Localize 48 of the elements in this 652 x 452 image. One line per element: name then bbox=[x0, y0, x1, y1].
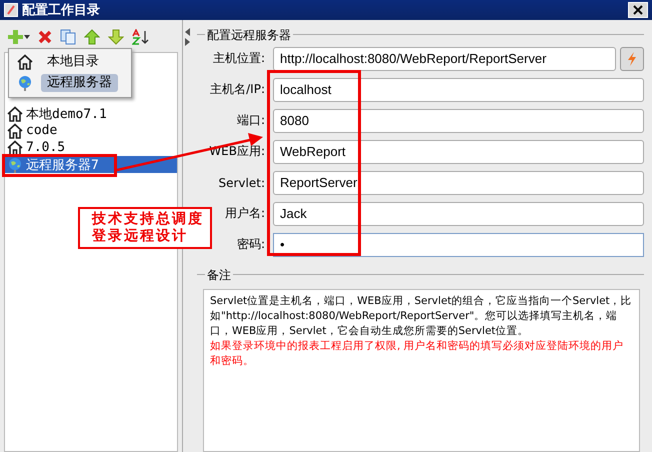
globe-icon bbox=[17, 75, 33, 91]
lightning-icon bbox=[626, 52, 638, 66]
callout-text: 登录远程设计 bbox=[92, 228, 189, 245]
arrow-down-icon bbox=[108, 29, 124, 45]
plus-icon bbox=[8, 29, 30, 45]
sort-icon bbox=[132, 29, 150, 45]
field-label: 用户名: bbox=[224, 205, 265, 222]
house-icon bbox=[7, 106, 23, 122]
callout-text: 技术支持总调度 bbox=[92, 211, 205, 228]
arrow-up-icon bbox=[84, 29, 100, 45]
copy-icon bbox=[60, 29, 76, 45]
arrow-right-icon[interactable] bbox=[184, 38, 190, 46]
field-label: 端口: bbox=[236, 112, 265, 129]
input-field[interactable]: 8080 bbox=[273, 108, 644, 132]
input-field[interactable]: • bbox=[273, 232, 644, 256]
tree-item[interactable]: 本地demo7.1 bbox=[5, 105, 177, 122]
close-button[interactable] bbox=[628, 2, 648, 18]
house-icon bbox=[7, 122, 23, 138]
tree-item[interactable]: 7.0.5 bbox=[5, 139, 177, 156]
note-text: Servlet位置是主机名，端口，WEB应用，Servlet的组合，它应当指向一个Servlet，比如"http://localhost:8080/WebReport/ReportServer"。您可以选择填写主机名，端口，WEB应用，Servlet，它会自动生成您所需要的Servlet位置。 bbox=[210, 294, 633, 339]
input-field[interactable]: WebReport bbox=[273, 140, 644, 164]
globe-icon bbox=[7, 156, 23, 172]
move-up-button[interactable] bbox=[84, 29, 100, 45]
group-title: 配置远程服务器 bbox=[205, 27, 293, 44]
add-button[interactable] bbox=[8, 29, 30, 45]
move-down-button[interactable] bbox=[108, 29, 124, 45]
connect-button[interactable] bbox=[620, 46, 644, 70]
sort-button[interactable] bbox=[132, 29, 150, 45]
input-field[interactable]: ReportServer bbox=[273, 170, 644, 194]
delete-button[interactable] bbox=[38, 30, 52, 44]
input-field[interactable]: Jack bbox=[273, 202, 644, 226]
host-location-field[interactable]: http://localhost:8080/WebReport/ReportServer bbox=[273, 46, 616, 70]
copy-button[interactable] bbox=[60, 29, 76, 45]
field-label: 密码: bbox=[236, 236, 265, 253]
close-icon bbox=[38, 30, 52, 44]
field-label: 主机位置: bbox=[212, 50, 265, 67]
window-title: 配置工作目录 bbox=[22, 2, 100, 19]
menu-item[interactable]: 本地目录 bbox=[13, 52, 127, 72]
field-label: Servlet: bbox=[218, 176, 265, 190]
close-icon bbox=[633, 5, 643, 15]
tree-item[interactable]: code bbox=[5, 122, 177, 139]
house-icon bbox=[17, 54, 33, 70]
house-icon bbox=[7, 140, 23, 156]
arrow-left-icon[interactable] bbox=[184, 28, 190, 36]
field-label: 主机名/IP: bbox=[209, 81, 265, 98]
input-field[interactable]: localhost bbox=[273, 78, 644, 102]
app-icon bbox=[4, 3, 18, 17]
warning-text: 如果登录环境中的报表工程启用了权限, 用户名和密码的填写必须对应登陆环境的用户和密码。 bbox=[210, 339, 625, 369]
